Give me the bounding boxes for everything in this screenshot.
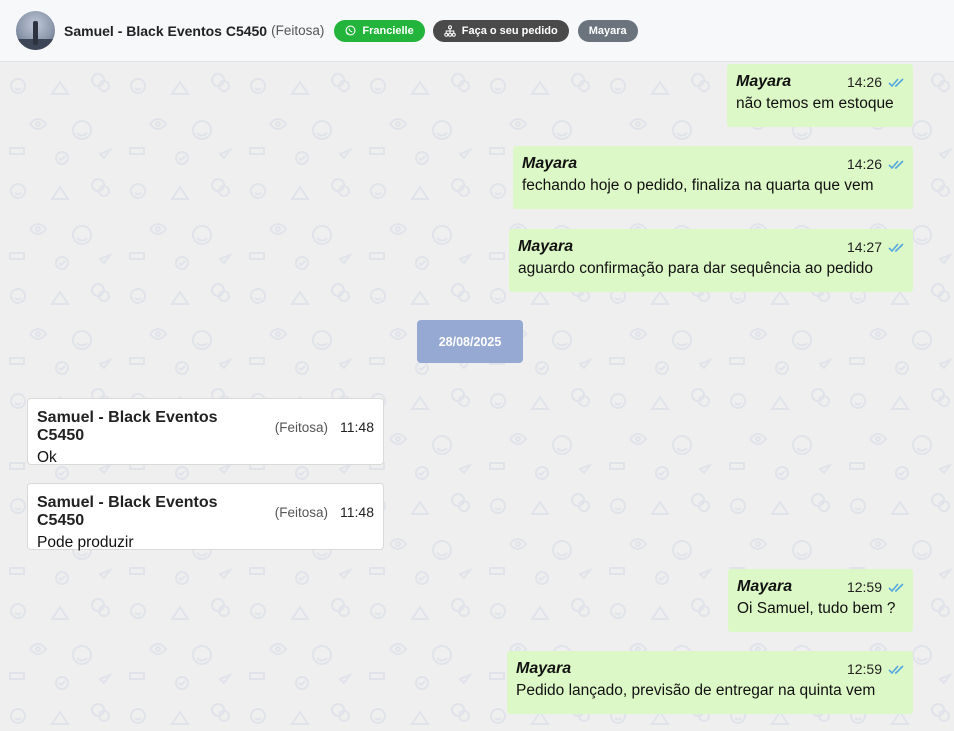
contact-name[interactable]: Samuel - Black Eventos C5450 bbox=[64, 23, 267, 39]
message-outgoing[interactable]: Mayara 14:26 fechando hoje o pedido, fin… bbox=[513, 146, 913, 209]
badge-flow[interactable]: Faça o seu pedido bbox=[432, 19, 569, 42]
read-ticks-icon bbox=[888, 242, 905, 253]
message-incoming[interactable]: Samuel - Black Eventos C5450 (Feitosa) 1… bbox=[27, 398, 384, 466]
read-ticks-icon bbox=[888, 582, 905, 593]
message-time: 11:48 bbox=[340, 419, 374, 435]
message-sender: Samuel - Black Eventos C5450 bbox=[37, 494, 218, 529]
message-time: 11:48 bbox=[340, 504, 374, 520]
message-text: Pode produzir bbox=[37, 534, 134, 551]
message-time: 12:59 bbox=[846, 661, 882, 677]
chat-area[interactable]: Mayara 14:26 não temos em estoque Mayara… bbox=[0, 62, 954, 731]
message-time: 14:26 bbox=[846, 74, 882, 90]
message-incoming[interactable]: Samuel - Black Eventos C5450 (Feitosa) 1… bbox=[27, 483, 384, 551]
message-text: aguardo confirmação para dar sequência a… bbox=[518, 260, 874, 277]
message-outgoing[interactable]: Mayara 14:27 aguardo confirmação para da… bbox=[509, 229, 913, 292]
message-time: 14:26 bbox=[846, 156, 882, 172]
message-sender-tag: (Feitosa) bbox=[274, 419, 328, 435]
message-sender: Mayara bbox=[736, 73, 792, 90]
badge-label: Mayara bbox=[588, 24, 627, 37]
message-text: Ok bbox=[37, 449, 57, 466]
message-outgoing[interactable]: Mayara 12:59 Oi Samuel, tudo bem ? bbox=[728, 569, 913, 632]
message-text: Pedido lançado, previsão de entregar na … bbox=[516, 682, 876, 699]
badge-label: Faça o seu pedido bbox=[461, 24, 558, 37]
message-text: Oi Samuel, tudo bem ? bbox=[737, 600, 896, 617]
message-sender: Mayara bbox=[522, 155, 578, 172]
read-ticks-icon bbox=[888, 77, 905, 88]
message-sender-tag: (Feitosa) bbox=[274, 504, 328, 520]
contact-tag: (Feitosa) bbox=[271, 23, 325, 38]
message-time: 12:59 bbox=[846, 579, 882, 595]
message-sender: Samuel - Black Eventos C5450 bbox=[37, 409, 218, 444]
message-sender: Mayara bbox=[516, 660, 572, 677]
badge-francielle[interactable]: Francielle bbox=[334, 19, 425, 42]
contact-avatar[interactable] bbox=[16, 11, 55, 50]
message-text: fechando hoje o pedido, finaliza na quar… bbox=[522, 177, 874, 194]
message-sender: Mayara bbox=[737, 578, 793, 595]
message-time: 14:27 bbox=[846, 239, 882, 255]
badge-label: Francielle bbox=[362, 24, 414, 37]
message-outgoing[interactable]: Mayara 12:59 Pedido lançado, previsão de… bbox=[507, 651, 913, 714]
badge-mayara[interactable]: Mayara bbox=[577, 19, 638, 42]
whatsapp-icon bbox=[345, 25, 356, 36]
date-divider: 28/08/2025 bbox=[417, 320, 523, 363]
read-ticks-icon bbox=[888, 159, 905, 170]
read-ticks-icon bbox=[888, 664, 905, 675]
message-text: não temos em estoque bbox=[736, 95, 894, 112]
flow-icon bbox=[443, 24, 456, 37]
message-sender: Mayara bbox=[518, 238, 574, 255]
chat-header: Samuel - Black Eventos C5450 (Feitosa) F… bbox=[0, 0, 954, 62]
message-outgoing[interactable]: Mayara 14:26 não temos em estoque bbox=[727, 64, 913, 127]
